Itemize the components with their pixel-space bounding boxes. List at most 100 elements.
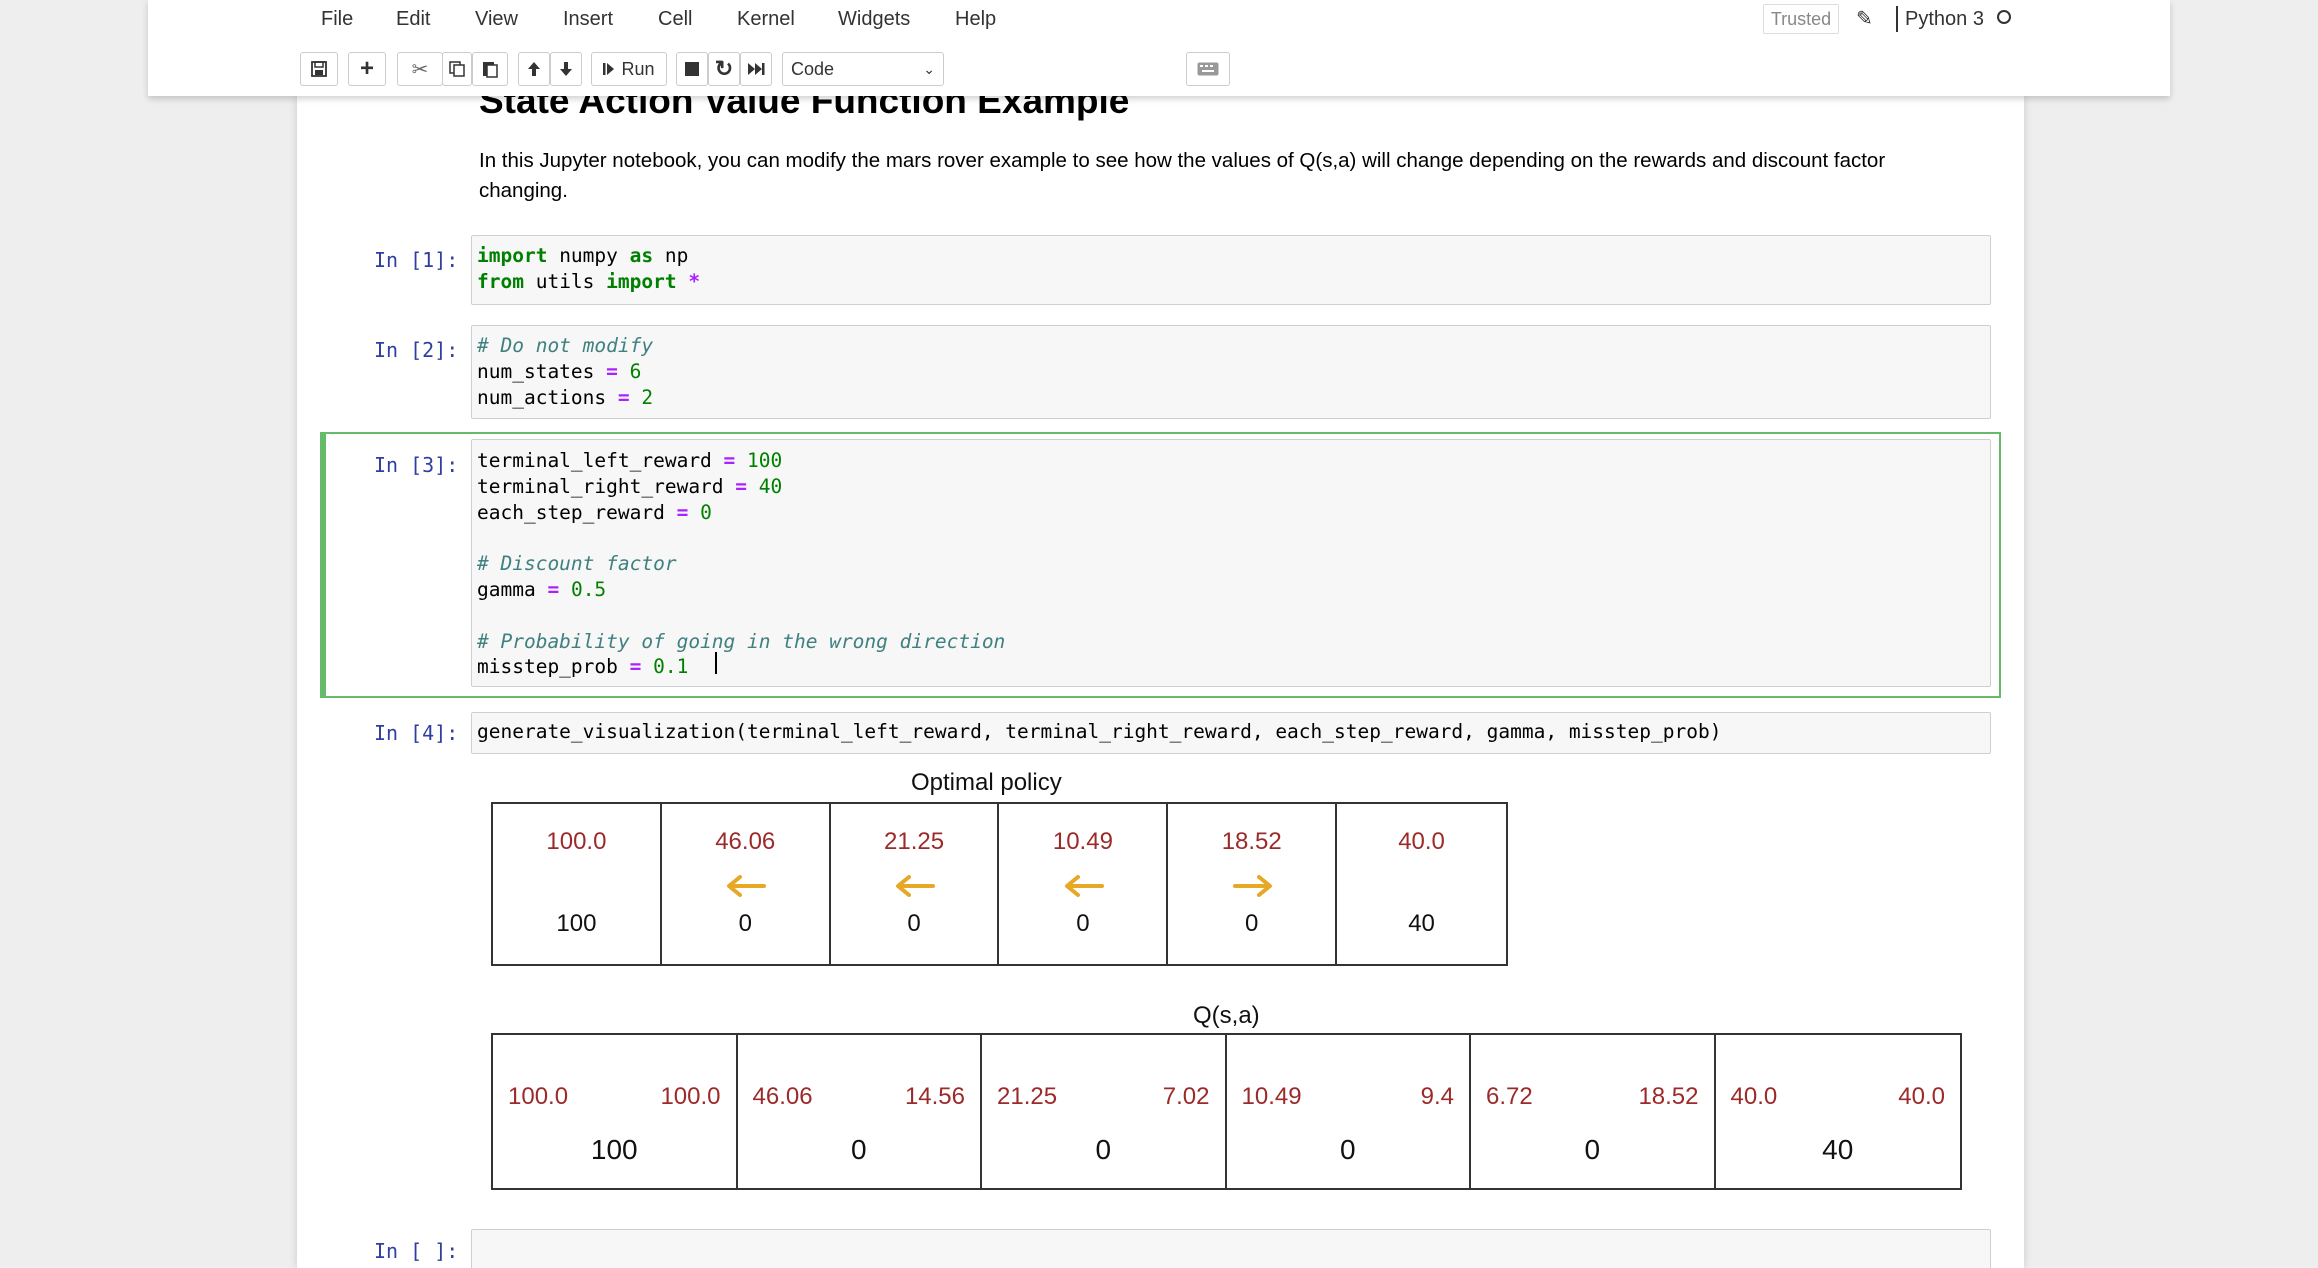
cell-prompt: In [1]: <box>374 248 459 272</box>
scissors-icon: ✂ <box>411 58 429 81</box>
run-label: Run <box>621 58 655 79</box>
code-text: # Do not modify num_states = 6 num_actio… <box>477 334 654 409</box>
copy-button[interactable] <box>442 52 472 86</box>
policy-state-cell: 18.52 0 <box>1168 804 1338 964</box>
arrow-down-icon <box>560 62 572 76</box>
paste-icon <box>483 62 498 78</box>
state-value: 46.06 <box>715 828 776 855</box>
fast-forward-icon <box>748 63 765 75</box>
q-left-value: 21.25 <box>997 1083 1058 1110</box>
code-cell-input[interactable] <box>471 1229 1991 1268</box>
q-right-value: 40.0 <box>1898 1083 1945 1110</box>
menu-view[interactable]: View <box>475 8 518 31</box>
save-icon <box>311 61 327 77</box>
policy-state-cell: 10.49 0 <box>999 804 1169 964</box>
cell-prompt: In [4]: <box>374 721 459 745</box>
insert-cell-button[interactable]: + <box>348 52 386 86</box>
menu-help[interactable]: Help <box>955 8 996 31</box>
state-reward: 0 <box>738 910 752 937</box>
intro-text-line1: In this Jupyter notebook, you can modify… <box>479 149 1886 172</box>
plus-icon: + <box>359 55 374 82</box>
paste-button[interactable] <box>472 52 508 86</box>
menu-kernel[interactable]: Kernel <box>737 8 795 31</box>
menu-insert[interactable]: Insert <box>563 8 613 31</box>
code-cell-input[interactable]: # Do not modify num_states = 6 num_actio… <box>471 325 1991 419</box>
cell-prompt: In [ ]: <box>374 1239 459 1263</box>
q-left-value: 6.72 <box>1486 1083 1533 1110</box>
cell-prompt: In [3]: <box>374 453 459 477</box>
arrow-left-icon <box>1064 875 1104 897</box>
q-right-value: 9.4 <box>1420 1083 1454 1110</box>
edit-pencil-icon[interactable]: ✎ <box>1856 6 1873 31</box>
q-grid: 100.0 100.0 100 46.06 14.56 0 21.25 7.02 0 10.49 9… <box>491 1033 1962 1190</box>
notebook-page: State Action Value Function Example In t… <box>297 96 2024 1268</box>
state-reward: 100 <box>556 910 597 937</box>
menu-edit[interactable]: Edit <box>396 8 430 31</box>
code-cell-input[interactable]: import numpy as np from utils import * <box>471 235 1991 305</box>
restart-run-all-button[interactable] <box>740 52 772 86</box>
q-state-cell: 100.0 100.0 100 <box>493 1035 738 1188</box>
code-cell-input[interactable]: terminal_left_reward = 100 terminal_righ… <box>471 439 1991 687</box>
policy-grid: 100.0 100 46.06 0 21.25 0 10.49 0 18.52 0 40.0 40 <box>491 802 1508 966</box>
q-right-value: 18.52 <box>1638 1083 1699 1110</box>
state-value: 18.52 <box>1221 828 1282 855</box>
arrow-right-icon <box>1232 875 1272 897</box>
cell-type-select[interactable]: Code ⌄ <box>782 52 944 86</box>
policy-state-cell: 100.0 100 <box>493 804 662 964</box>
q-state-cell: 21.25 7.02 0 <box>982 1035 1227 1188</box>
arrow-left-icon <box>896 875 936 897</box>
q-state-cell: 6.72 18.52 0 <box>1471 1035 1716 1188</box>
menu-cell[interactable]: Cell <box>658 8 692 31</box>
state-reward: 0 <box>1076 910 1090 937</box>
state-reward: 0 <box>1245 910 1259 937</box>
q-left-value: 46.06 <box>752 1083 813 1110</box>
state-reward: 40 <box>1408 910 1435 937</box>
q-title: Q(s,a) <box>1193 1002 1260 1029</box>
q-left-value: 40.0 <box>1730 1083 1778 1110</box>
command-palette-button[interactable] <box>1186 52 1230 86</box>
state-value: 21.25 <box>884 828 945 855</box>
intro-text-line2: changing. <box>479 179 568 202</box>
code-text: import numpy as np from utils import * <box>477 244 701 293</box>
save-button[interactable] <box>300 52 338 86</box>
code-cell-input[interactable]: generate_visualization(terminal_left_rew… <box>471 712 1991 754</box>
state-reward: 0 <box>907 910 921 937</box>
arrow-left-icon <box>727 875 767 897</box>
policy-state-cell: 46.06 0 <box>662 804 831 964</box>
q-right-value: 7.02 <box>1162 1083 1210 1110</box>
menu-widgets[interactable]: Widgets <box>838 8 910 31</box>
q-state-cell: 40.0 40.0 40 <box>1716 1035 1961 1188</box>
policy-state-cell: 40.0 40 <box>1337 804 1506 964</box>
menu-file[interactable]: File <box>321 8 353 31</box>
step-forward-icon <box>603 63 615 75</box>
cell-prompt: In [2]: <box>374 338 459 362</box>
q-left-value: 100.0 <box>508 1083 569 1110</box>
q-right-value: 100.0 <box>660 1083 721 1110</box>
q-state-reward: 0 <box>1584 1134 1601 1165</box>
stop-icon <box>685 62 699 76</box>
restart-icon: ↻ <box>714 56 734 81</box>
copy-icon <box>449 61 465 77</box>
arrow-up-icon <box>528 62 540 76</box>
cell-type-value: Code <box>791 58 835 79</box>
kernel-name[interactable]: Python 3 <box>1905 8 1984 31</box>
q-state-reward: 40 <box>1822 1134 1854 1165</box>
kernel-idle-icon <box>1997 10 2011 24</box>
q-state-reward: 0 <box>1095 1134 1112 1165</box>
q-state-cell: 10.49 9.4 0 <box>1227 1035 1471 1188</box>
q-state-reward: 0 <box>1339 1134 1356 1165</box>
run-button[interactable]: Run <box>591 52 667 86</box>
restart-button[interactable]: ↻ <box>708 52 740 86</box>
move-up-button[interactable] <box>518 52 550 86</box>
notebook-header: File Edit View Insert Cell Kernel Widget… <box>148 0 2170 96</box>
trusted-indicator[interactable]: Trusted <box>1763 4 1839 34</box>
code-text: terminal_left_reward = 100 terminal_righ… <box>477 449 1006 679</box>
code-text: generate_visualization(terminal_left_rew… <box>477 720 1722 743</box>
state-value: 40.0 <box>1398 828 1445 855</box>
policy-state-cell: 21.25 0 <box>831 804 1000 964</box>
interrupt-button[interactable] <box>676 52 708 86</box>
move-down-button[interactable] <box>550 52 582 86</box>
cut-button[interactable]: ✂ <box>397 52 443 86</box>
keyboard-icon <box>1197 62 1219 76</box>
page-title: State Action Value Function Example <box>479 96 1130 121</box>
